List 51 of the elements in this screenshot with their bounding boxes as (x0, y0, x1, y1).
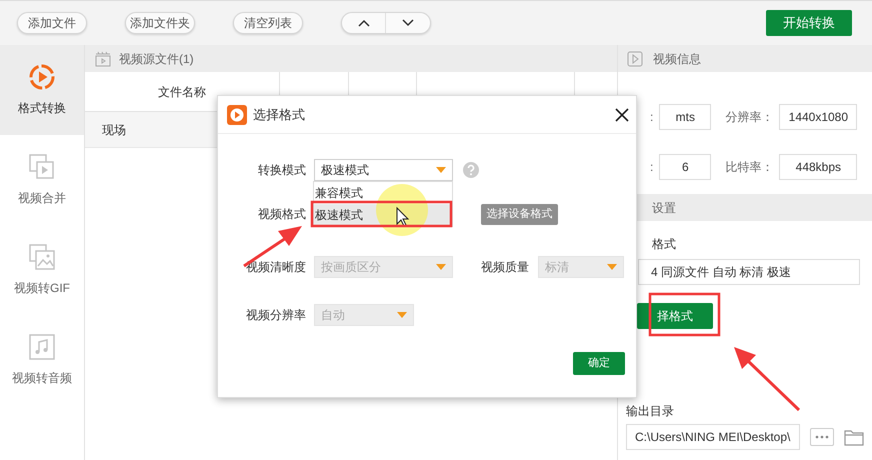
caret-icon (436, 264, 446, 270)
caret-icon (607, 264, 617, 270)
caret-icon (436, 167, 446, 173)
chevron-up-icon (358, 19, 370, 27)
sidebar-item[interactable]: 格式转换 (0, 45, 84, 135)
toolbar-button[interactable]: 添加文件 (17, 12, 87, 34)
field-label: : (650, 159, 654, 176)
field-label: 格式 (651, 236, 677, 253)
field-label: 视频格式 (257, 206, 306, 223)
clapperboard-icon (95, 50, 111, 66)
caret-icon (397, 312, 407, 318)
image-icon (28, 243, 56, 271)
table-cell-text: 现场 (101, 122, 126, 138)
dropdown-option[interactable]: 极速模式 (314, 204, 452, 226)
panel-header: 视频源文件(1) (85, 45, 617, 72)
field-label: 视频分辨率 (245, 307, 306, 324)
ellipsis-icon (815, 435, 829, 439)
field-label: : (650, 109, 654, 126)
info-field: 6 (659, 154, 712, 180)
music-note-icon (28, 333, 56, 361)
info-field: 1440x1080 (779, 104, 858, 130)
toolbar-button[interactable]: 添加文件夹 (125, 12, 195, 34)
ok-button[interactable]: 确定 (573, 352, 625, 375)
output-path-field[interactable]: C:\Users\NING MEI\Desktop\ (626, 424, 800, 450)
pointer-icon (396, 206, 410, 227)
close-icon (615, 108, 629, 122)
app-logo-icon (227, 104, 247, 124)
dialog-title: 选择格式 (253, 106, 305, 124)
browse-button[interactable] (810, 428, 834, 446)
field-label: 分辨率： (725, 109, 774, 126)
play-circle-icon (28, 63, 56, 91)
field-label: 视频质量 (481, 259, 530, 276)
field-label: 输出目录 (625, 403, 675, 420)
field-label: 比特率： (725, 159, 774, 176)
dropdown-select[interactable]: 极速模式 (314, 159, 453, 181)
toolbar-button[interactable]: 清空列表 (233, 12, 303, 34)
format-field: 4 同源文件 自动 标清 极速 (638, 259, 860, 285)
play-square-icon (627, 50, 643, 66)
video-merge-icon (28, 153, 56, 181)
panel-header: 视频信息 (618, 45, 872, 72)
field-label: 转换模式 (257, 162, 306, 179)
device-format-button[interactable]: 选择设备格式 (481, 204, 558, 224)
info-field: 448kbps (779, 154, 858, 180)
highlight-frame (648, 292, 720, 336)
column-header: 文件名称 (158, 84, 206, 100)
chevron-down-icon (402, 19, 414, 27)
arrow (734, 347, 800, 412)
info-field: mts (659, 104, 712, 130)
choose-format-button[interactable]: 择格式 (637, 303, 713, 329)
start-convert-button[interactable]: 开始转换 (766, 10, 852, 36)
folder-icon[interactable] (844, 428, 864, 446)
